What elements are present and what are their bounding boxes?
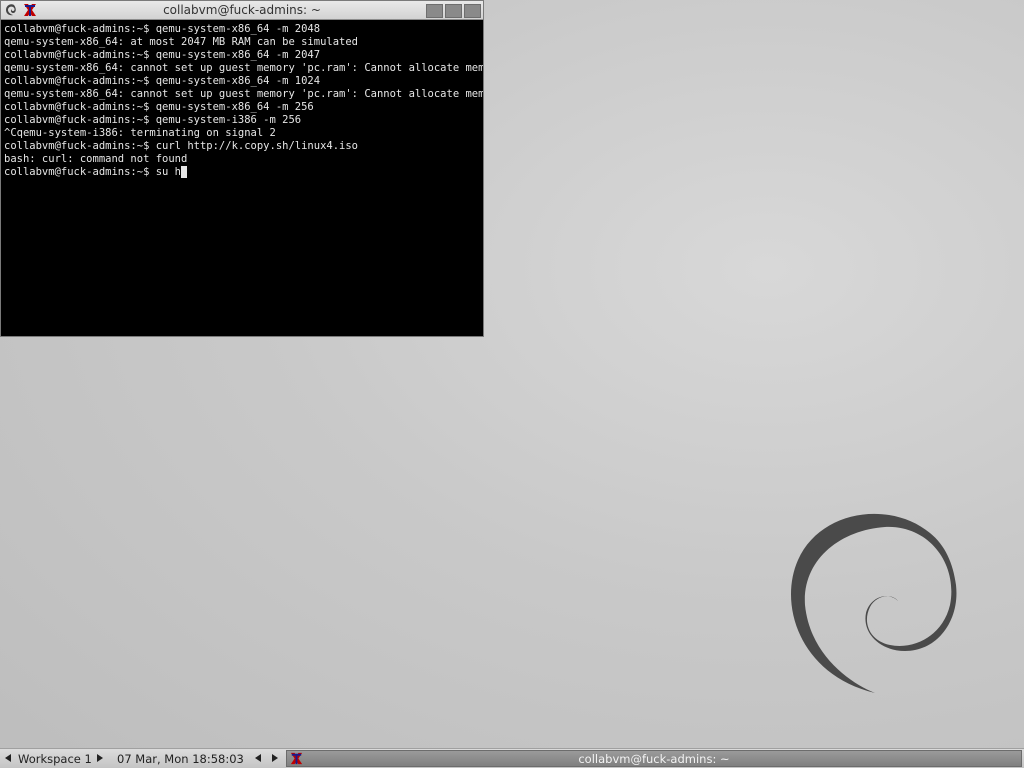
terminal-titlebar[interactable]: collabvm@fuck-admins: ~ bbox=[1, 1, 483, 20]
terminal-line: collabvm@fuck-admins:~$ curl http://k.co… bbox=[4, 140, 359, 152]
minimize-button[interactable] bbox=[426, 4, 443, 18]
debian-swirl-shape bbox=[790, 513, 957, 693]
terminal-line: collabvm@fuck-admins:~$ qemu-system-i386… bbox=[4, 114, 302, 126]
taskbar-task-terminal[interactable]: collabvm@fuck-admins: ~ bbox=[286, 750, 1022, 767]
taskbar-task-label: collabvm@fuck-admins: ~ bbox=[578, 752, 730, 766]
terminal-line: collabvm@fuck-admins:~$ qemu-system-x86_… bbox=[4, 75, 321, 87]
text-cursor bbox=[181, 166, 188, 178]
terminal-line: bash: curl: command not found bbox=[4, 153, 188, 165]
workspace-label[interactable]: Workspace 1 bbox=[18, 752, 92, 766]
window-title: collabvm@fuck-admins: ~ bbox=[163, 3, 321, 17]
clock: 07 Mar, Mon 18:58:03 bbox=[117, 752, 244, 766]
task-prev-icon[interactable] bbox=[255, 754, 261, 762]
window-controls bbox=[426, 4, 481, 18]
terminal-current-input[interactable]: collabvm@fuck-admins:~$ su h bbox=[4, 166, 181, 178]
terminal-line: collabvm@fuck-admins:~$ qemu-system-x86_… bbox=[4, 101, 314, 113]
terminal-line: qemu-system-x86_64: at most 2047 MB RAM … bbox=[4, 36, 359, 48]
terminal-line: ^Cqemu-system-i386: terminating on signa… bbox=[4, 127, 276, 139]
workspace-next-icon[interactable] bbox=[97, 754, 103, 762]
close-button[interactable] bbox=[464, 4, 481, 18]
terminal-line: collabvm@fuck-admins:~$ qemu-system-x86_… bbox=[4, 23, 321, 35]
workspace-prev-icon[interactable] bbox=[5, 754, 11, 762]
terminal-input-line[interactable]: collabvm@fuck-admins:~$ su h bbox=[4, 166, 483, 179]
terminal-window[interactable]: collabvm@fuck-admins: ~ collabvm@fuck-ad… bbox=[0, 0, 484, 337]
terminal-line: qemu-system-x86_64: cannot set up guest … bbox=[4, 62, 483, 74]
taskbar: Workspace 1 07 Mar, Mon 18:58:03 collabv… bbox=[0, 748, 1024, 768]
maximize-button[interactable] bbox=[445, 4, 462, 18]
task-next-icon[interactable] bbox=[272, 754, 278, 762]
terminal-line: qemu-system-x86_64: cannot set up guest … bbox=[4, 88, 483, 100]
terminal-output[interactable]: collabvm@fuck-admins:~$ qemu-system-x86_… bbox=[1, 20, 483, 336]
debian-logo-icon bbox=[790, 513, 957, 693]
terminal-line: collabvm@fuck-admins:~$ qemu-system-x86_… bbox=[4, 49, 321, 61]
